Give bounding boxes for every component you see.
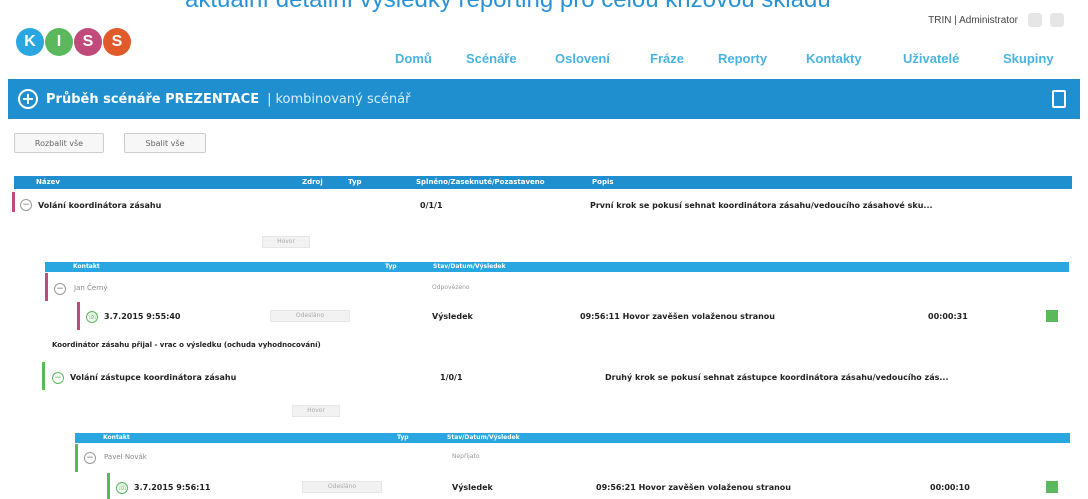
nav-reports[interactable]: Reporty [718, 51, 767, 66]
collapse-all-button[interactable]: Sbalit vše [124, 133, 206, 153]
slide-title: aktuální detailní výsledky reporting pro… [185, 0, 831, 14]
group-name[interactable]: Volání zástupce koordinátora zásahu [70, 373, 236, 382]
logout-icon[interactable] [1050, 13, 1064, 27]
main-nav: Domů Scénáře Oslovení Fráze Reporty Kont… [0, 51, 1088, 67]
group-accent [42, 362, 45, 390]
call-detail: 09:56:11 Hovor zavěšen volaženou stranou [580, 312, 775, 321]
page-title: Průběh scénáře PREZENTACE [46, 91, 260, 107]
group-counts: 0/1/1 [420, 201, 443, 210]
contact-table-header: Kontakt Typ Stav/Datum/Výsledek [75, 433, 1070, 443]
user-info[interactable]: TRIN | Administrator [928, 15, 1018, 26]
title-separator: | [267, 91, 272, 107]
collapse-icon[interactable]: − [84, 452, 96, 464]
call-status: Odesláno [302, 481, 382, 493]
nav-home[interactable]: Domů [395, 51, 432, 66]
col-type: Typ [348, 178, 362, 186]
nav-groups[interactable]: Skupiny [1003, 51, 1054, 66]
col-counts: Splněno/Zaseknuté/Pozastaveno [416, 178, 545, 186]
contact-type: Nepřijato [452, 453, 480, 460]
group-name[interactable]: Volání koordinátora zásahu [38, 201, 161, 210]
call-action-button[interactable]: Hovor [292, 405, 340, 417]
call-action-button[interactable]: Hovor [262, 236, 310, 248]
col-source: Zdroj [302, 178, 323, 186]
group-description: Druhý krok se pokusí sehnat zástupce koo… [605, 373, 949, 382]
call-accent [107, 473, 110, 499]
call-detail: 09:56:21 Hovor zavěšen volaženou stranou [596, 483, 791, 492]
page-subtitle: kombinovaný scénář [275, 91, 411, 107]
nav-scenarios[interactable]: Scénáře [466, 51, 517, 66]
contact-table-header: Kontakt Typ Stav/Datum/Výsledek [45, 262, 1069, 272]
phone-icon[interactable]: ☏ [86, 311, 98, 323]
settings-icon[interactable] [1028, 13, 1042, 27]
page-header-bar: + Průběh scénáře PREZENTACE | kombinovan… [8, 79, 1080, 119]
call-accent [77, 302, 80, 330]
nav-outreach[interactable]: Oslovení [555, 51, 610, 66]
call-status: Odesláno [270, 310, 350, 322]
call-duration: 00:00:31 [928, 312, 968, 321]
call-duration: 00:00:10 [930, 483, 970, 492]
group-description: První krok se pokusí sehnat koordinátora… [590, 201, 933, 210]
call-note: Koordinátor zásahu přijal - vrac o výsle… [52, 341, 321, 349]
play-icon[interactable] [1046, 481, 1058, 493]
expand-all-button[interactable]: Rozbalit vše [14, 133, 104, 153]
call-result-type: Výsledek [432, 312, 473, 321]
call-date: 3.7.2015 9:56:11 [134, 483, 211, 492]
collapse-icon[interactable]: − [52, 372, 64, 384]
call-result-type: Výsledek [452, 483, 493, 492]
contact-name[interactable]: Jan Černý [74, 284, 108, 292]
main-table-header: Název Zdroj Typ Splněno/Zaseknuté/Pozast… [14, 176, 1072, 189]
contact-accent [75, 444, 78, 472]
plus-circle-icon[interactable]: + [18, 89, 38, 109]
contact-name[interactable]: Pavel Novák [104, 453, 147, 461]
document-icon[interactable] [1052, 90, 1066, 108]
call-date: 3.7.2015 9:55:40 [104, 312, 181, 321]
col-name: Název [36, 178, 60, 186]
nav-contacts[interactable]: Kontakty [806, 51, 862, 66]
contact-accent [45, 273, 48, 301]
collapse-icon[interactable]: − [54, 283, 66, 295]
group-accent [12, 192, 15, 212]
group-counts: 1/0/1 [440, 373, 463, 382]
contact-type: Odpovězeno [432, 284, 470, 291]
play-icon[interactable] [1046, 310, 1058, 322]
collapse-icon[interactable]: − [20, 199, 32, 211]
phone-icon[interactable]: ☏ [116, 482, 128, 494]
col-description: Popis [592, 178, 614, 186]
nav-phrases[interactable]: Fráze [650, 51, 684, 66]
nav-users[interactable]: Uživatelé [903, 51, 959, 66]
